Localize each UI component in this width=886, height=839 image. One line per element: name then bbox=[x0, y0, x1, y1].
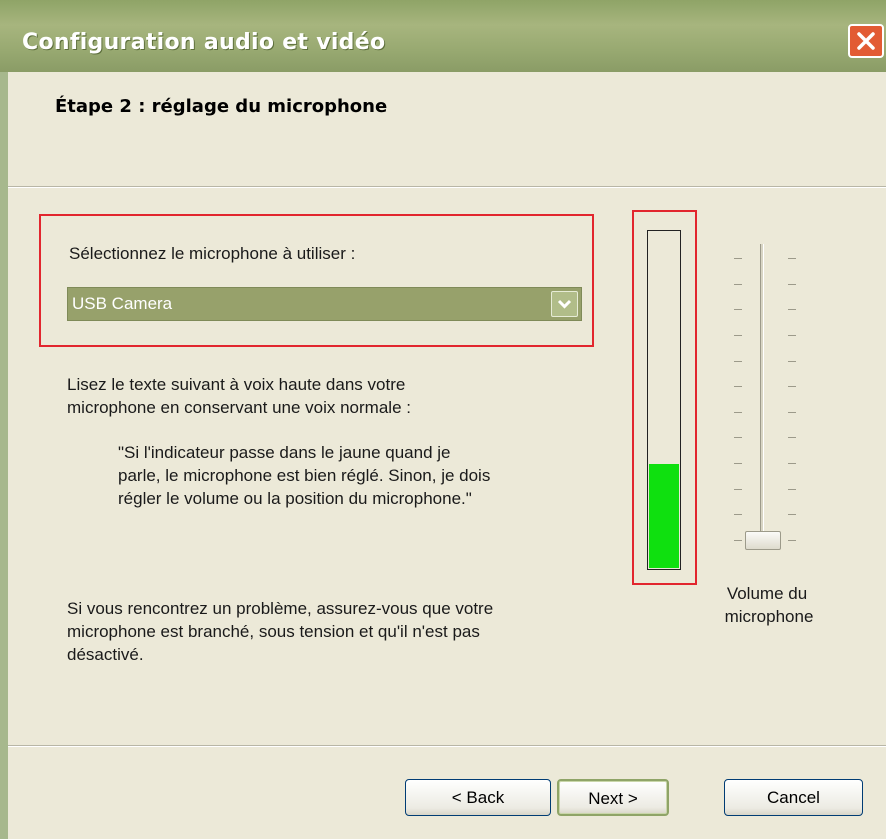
audio-level-meter bbox=[647, 230, 681, 570]
microphone-dropdown-value: USB Camera bbox=[72, 294, 173, 313]
instructions-line-1: Lisez le texte suivant à voix haute dans… bbox=[67, 375, 406, 394]
audio-level-fill bbox=[649, 464, 679, 568]
microphone-dropdown[interactable]: USB Camera bbox=[67, 287, 582, 321]
dropdown-arrow-button[interactable] bbox=[551, 291, 578, 317]
slider-tick bbox=[788, 489, 796, 490]
help-line-1: Si vous rencontrez un problème, assurez-… bbox=[67, 599, 494, 618]
help-line-2: microphone est branché, sous tension et … bbox=[67, 622, 480, 641]
quote-line-2: parle, le microphone est bien réglé. Sin… bbox=[118, 466, 491, 485]
title-bar: Configuration audio et vidéo bbox=[0, 0, 886, 72]
back-button[interactable]: < Back bbox=[405, 779, 551, 816]
slider-tick bbox=[788, 284, 796, 285]
slider-tick bbox=[734, 437, 742, 438]
slider-tick bbox=[734, 514, 742, 515]
footer-divider-highlight bbox=[8, 746, 886, 747]
volume-slider-track[interactable] bbox=[760, 244, 764, 546]
step-title: Étape 2 : réglage du microphone bbox=[55, 96, 388, 117]
slider-tick bbox=[788, 258, 796, 259]
header-divider bbox=[8, 187, 886, 188]
volume-label-line-2: microphone bbox=[724, 607, 814, 626]
slider-tick bbox=[788, 309, 796, 310]
slider-tick bbox=[734, 258, 742, 259]
slider-tick bbox=[734, 309, 742, 310]
slider-tick bbox=[788, 540, 796, 541]
slider-tick bbox=[788, 412, 796, 413]
help-line-3: désactivé. bbox=[67, 645, 144, 664]
slider-tick bbox=[734, 335, 742, 336]
slider-tick bbox=[788, 463, 796, 464]
instructions-line-2: microphone en conservant une voix normal… bbox=[67, 398, 411, 417]
slider-tick bbox=[734, 284, 742, 285]
slider-tick bbox=[734, 412, 742, 413]
slider-tick bbox=[734, 463, 742, 464]
wizard-header: Étape 2 : réglage du microphone bbox=[8, 72, 886, 187]
volume-label-line-1: Volume du bbox=[726, 584, 808, 603]
quote-line-1: "Si l'indicateur passe dans le jaune qua… bbox=[118, 443, 451, 462]
next-button[interactable]: Next > bbox=[557, 779, 669, 816]
close-button[interactable] bbox=[848, 24, 884, 58]
volume-slider-thumb[interactable] bbox=[745, 531, 781, 550]
slider-tick bbox=[734, 489, 742, 490]
chevron-down-icon bbox=[557, 299, 572, 309]
slider-tick bbox=[788, 437, 796, 438]
slider-tick bbox=[734, 361, 742, 362]
slider-tick bbox=[734, 540, 742, 541]
quote-line-3: régler le volume ou la position du micro… bbox=[118, 489, 472, 508]
mic-select-label: Sélectionnez le microphone à utiliser : bbox=[69, 244, 356, 263]
slider-tick bbox=[734, 386, 742, 387]
slider-tick bbox=[788, 335, 796, 336]
mic-select-highlight bbox=[39, 214, 594, 347]
close-icon bbox=[857, 32, 875, 50]
cancel-button[interactable]: Cancel bbox=[724, 779, 863, 816]
window-frame-left bbox=[0, 72, 8, 839]
slider-tick bbox=[788, 514, 796, 515]
slider-tick bbox=[788, 361, 796, 362]
slider-tick bbox=[788, 386, 796, 387]
window-title: Configuration audio et vidéo bbox=[22, 30, 386, 55]
